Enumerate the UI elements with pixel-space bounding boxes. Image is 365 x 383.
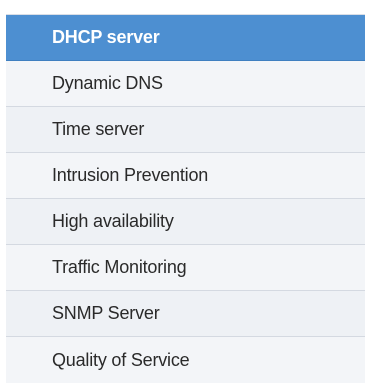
settings-menu: DHCP server Dynamic DNS Time server Intr… [6, 14, 365, 383]
menu-item-label: Intrusion Prevention [52, 165, 209, 185]
menu-item-quality-of-service[interactable]: Quality of Service [6, 337, 365, 383]
menu-item-label: Time server [52, 119, 145, 139]
menu-item-label: High availability [52, 211, 174, 231]
menu-item-label: DHCP server [52, 27, 160, 47]
menu-item-high-availability[interactable]: High availability [6, 199, 365, 245]
menu-item-label: SNMP Server [52, 303, 160, 323]
menu-item-label: Traffic Monitoring [52, 257, 187, 277]
menu-item-traffic-monitoring[interactable]: Traffic Monitoring [6, 245, 365, 291]
menu-item-dynamic-dns[interactable]: Dynamic DNS [6, 61, 365, 107]
menu-item-dhcp-server[interactable]: DHCP server [6, 15, 365, 61]
menu-item-time-server[interactable]: Time server [6, 107, 365, 153]
menu-item-intrusion-prevention[interactable]: Intrusion Prevention [6, 153, 365, 199]
menu-item-label: Dynamic DNS [52, 73, 163, 93]
menu-item-snmp-server[interactable]: SNMP Server [6, 291, 365, 337]
menu-item-label: Quality of Service [52, 349, 190, 370]
